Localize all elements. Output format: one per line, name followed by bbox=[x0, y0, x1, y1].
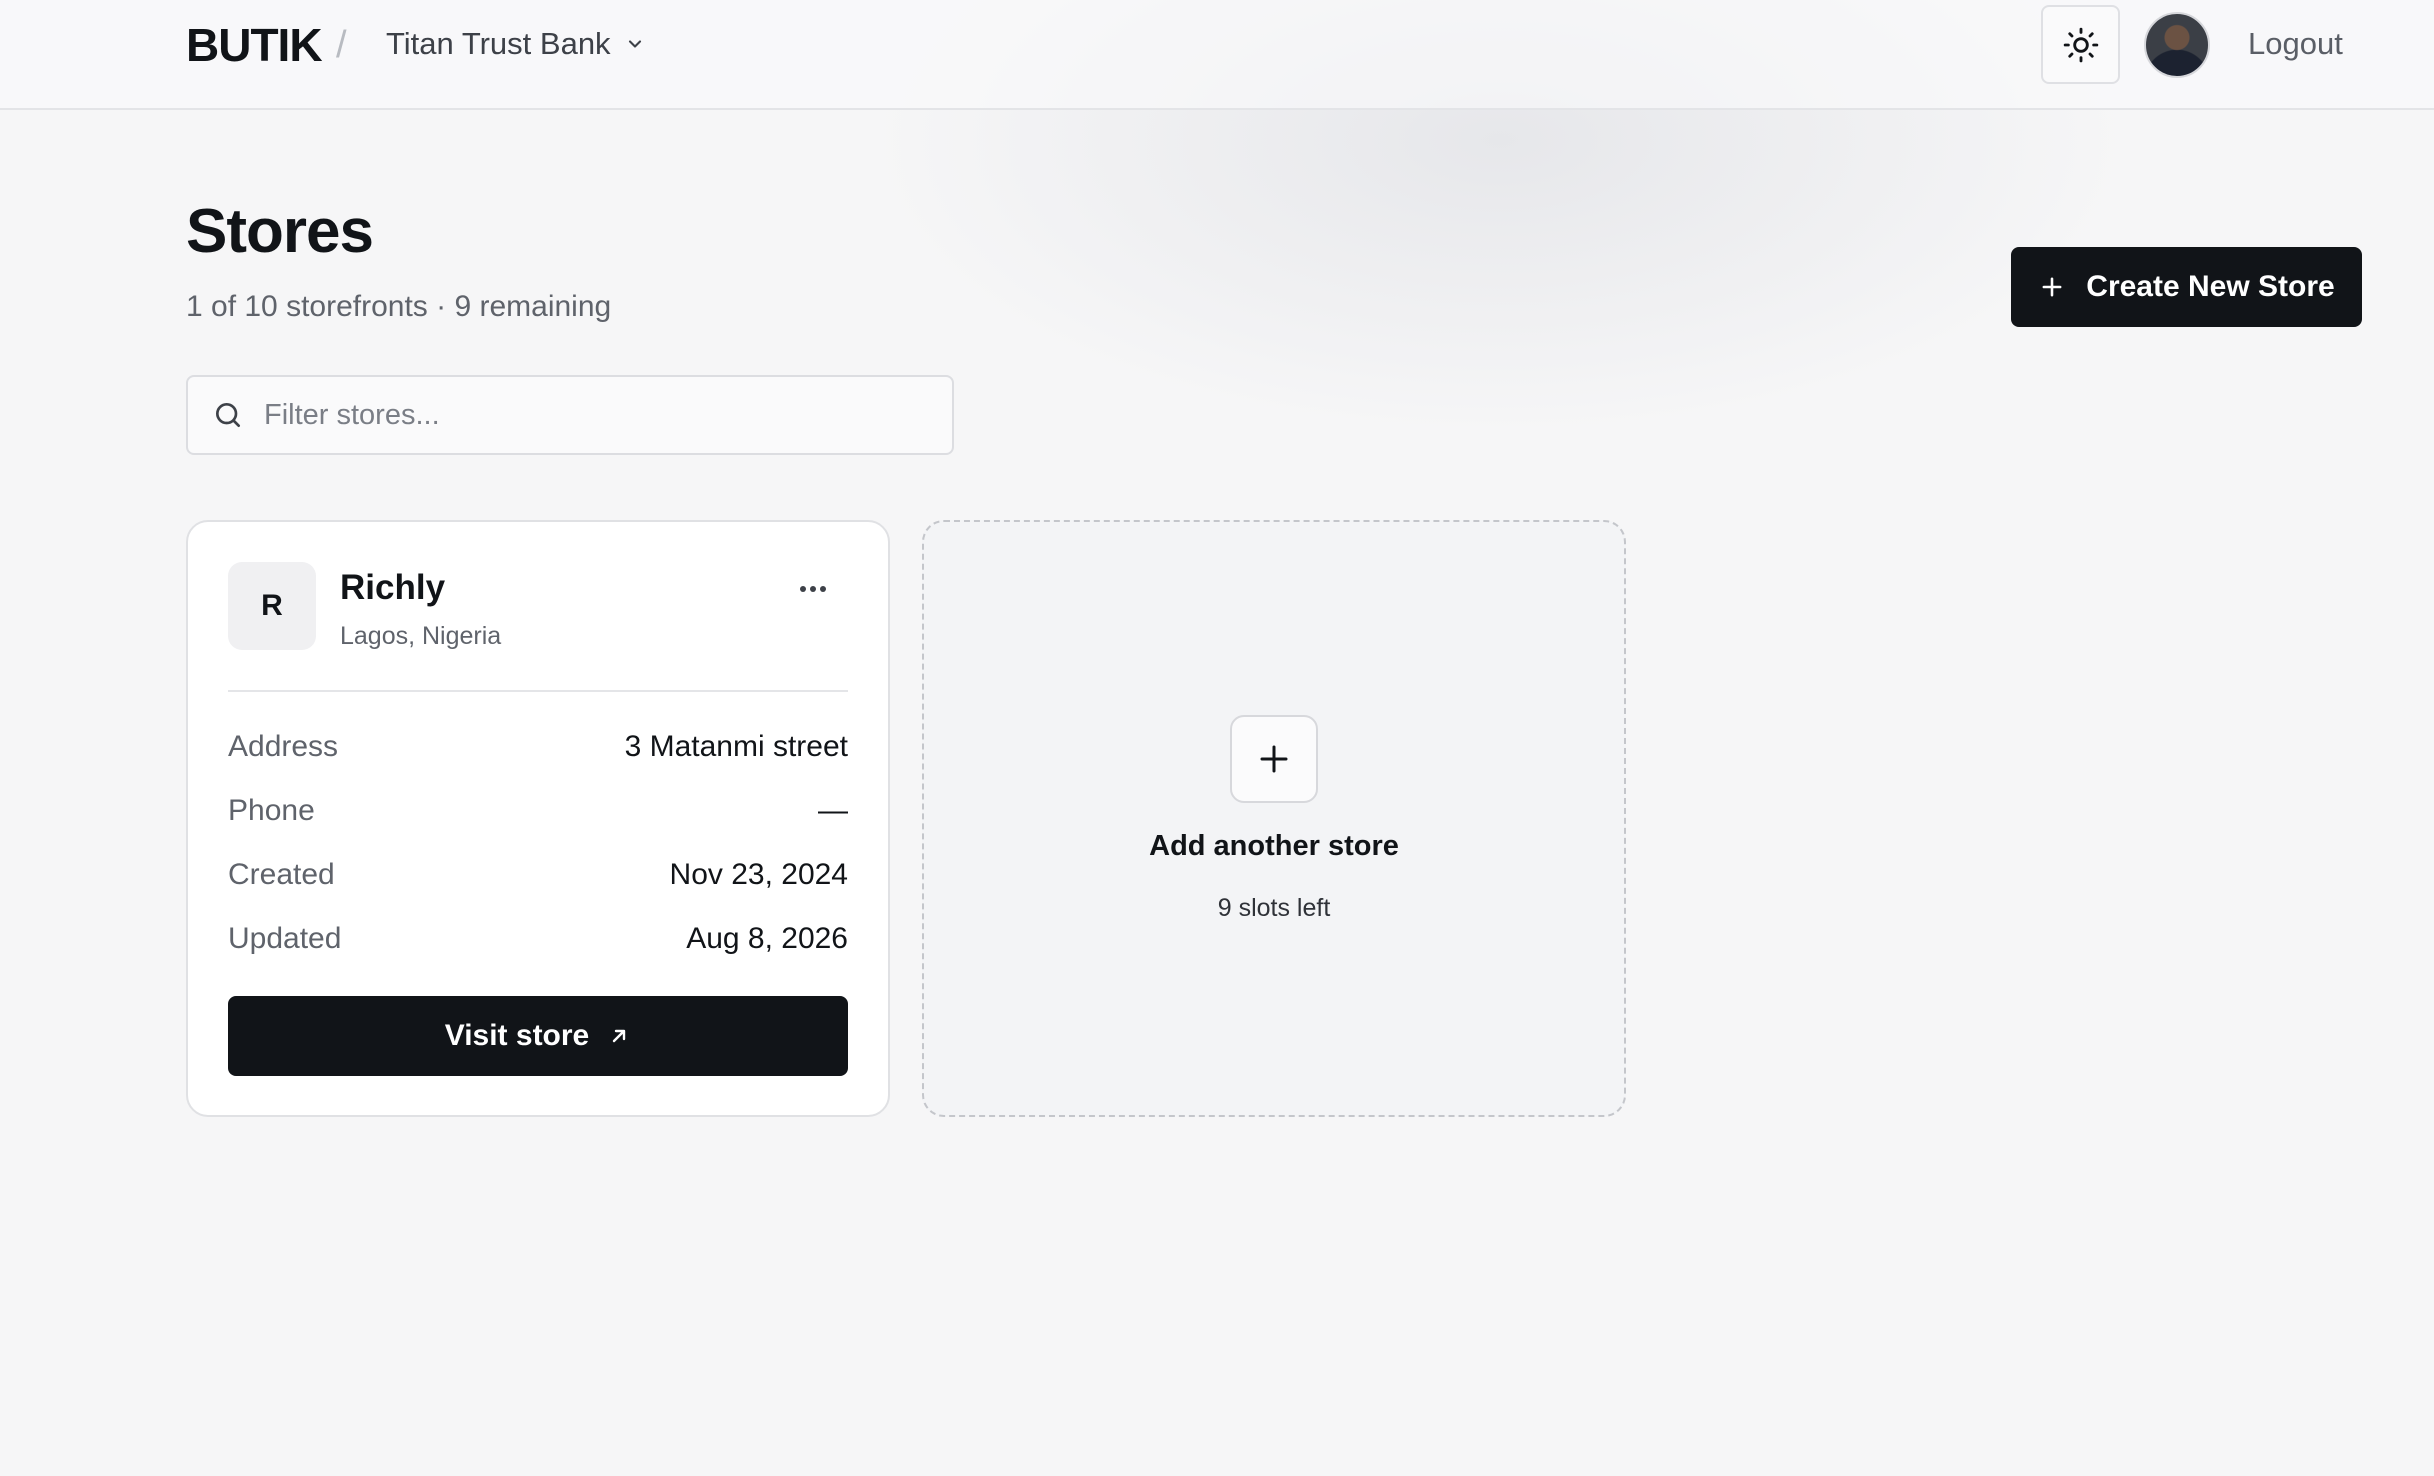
store-options-button[interactable] bbox=[788, 572, 838, 606]
plus-icon bbox=[2042, 277, 2062, 297]
detail-label: Created bbox=[228, 858, 335, 891]
arrow-up-right-icon bbox=[613, 1029, 626, 1043]
top-bar: BUTIK / Titan Trust Bank Logout bbox=[0, 0, 2434, 110]
detail-value: Nov 23, 2024 bbox=[669, 858, 848, 891]
visit-store-label: Visit store bbox=[444, 1019, 590, 1052]
card-divider bbox=[228, 690, 848, 692]
detail-value: Aug 8, 2026 bbox=[686, 922, 848, 955]
detail-label: Address bbox=[228, 730, 339, 763]
slots-left-text: 9 slots left bbox=[1217, 894, 1331, 922]
chevron-down-icon bbox=[628, 40, 641, 48]
store-detail-row: Address 3 Matanmi street bbox=[228, 730, 848, 764]
store-detail-row: Updated Aug 8, 2026 bbox=[228, 922, 848, 956]
store-detail-row: Created Nov 23, 2024 bbox=[228, 858, 848, 892]
detail-value: 3 Matanmi street bbox=[624, 730, 848, 763]
brand-logo[interactable]: BUTIK bbox=[186, 18, 323, 72]
filter-search-box[interactable] bbox=[186, 375, 954, 455]
create-new-store-label: Create New Store bbox=[2086, 270, 2335, 303]
filter-stores-input[interactable] bbox=[264, 398, 904, 432]
add-store-title: Add another store bbox=[1149, 830, 1399, 862]
store-card: R Richly Lagos, Nigeria Address 3 Matanm… bbox=[186, 520, 890, 1117]
page-title: Stores bbox=[186, 197, 374, 266]
visit-store-button[interactable]: Visit store bbox=[228, 996, 848, 1076]
sun-icon bbox=[2063, 27, 2098, 62]
store-location: Lagos, Nigeria bbox=[340, 622, 502, 650]
plus-icon bbox=[1260, 745, 1288, 773]
search-icon bbox=[216, 403, 240, 427]
breadcrumb-separator: / bbox=[336, 24, 347, 66]
detail-label: Updated bbox=[228, 922, 342, 955]
store-count-subtitle: 1 of 10 storefronts · 9 remaining bbox=[186, 290, 612, 323]
more-horizontal-icon bbox=[800, 586, 826, 592]
store-name: Richly bbox=[340, 568, 446, 607]
create-new-store-button[interactable]: Create New Store bbox=[2011, 247, 2362, 327]
logout-link[interactable]: Logout bbox=[2248, 26, 2343, 62]
org-switcher[interactable]: Titan Trust Bank bbox=[386, 26, 645, 62]
store-initial-avatar: R bbox=[228, 562, 316, 650]
user-avatar[interactable] bbox=[2144, 12, 2210, 78]
store-detail-row: Phone — bbox=[228, 794, 848, 828]
detail-value: — bbox=[818, 794, 848, 827]
add-store-card[interactable]: Add another store 9 slots left bbox=[922, 520, 1626, 1117]
org-name: Titan Trust Bank bbox=[386, 26, 611, 61]
detail-label: Phone bbox=[228, 794, 315, 827]
theme-toggle-button[interactable] bbox=[2041, 5, 2120, 84]
add-store-icon-box bbox=[1230, 715, 1318, 803]
